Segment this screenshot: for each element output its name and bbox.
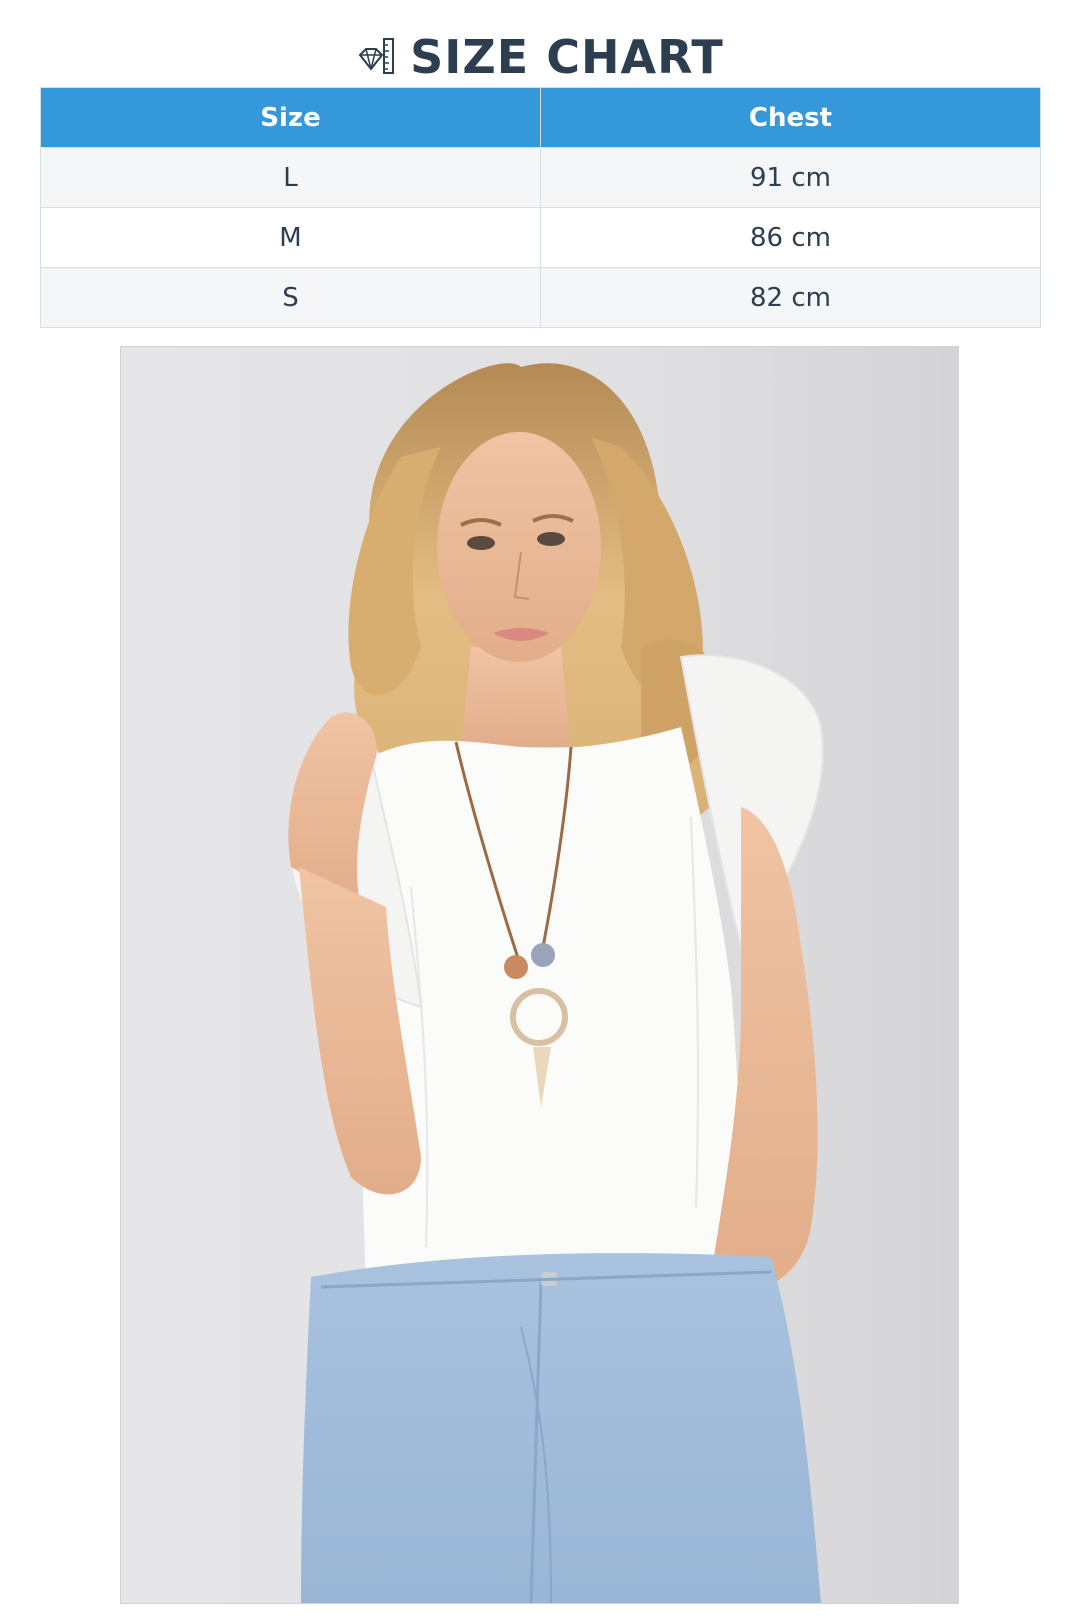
table-row: M 86 cm [40, 207, 1041, 268]
table-header-row: Size Chest [40, 87, 1041, 148]
ruler-diamond-icon [356, 35, 396, 79]
chest-cell: 86 cm [540, 207, 1041, 268]
column-header-chest: Chest [540, 87, 1041, 148]
column-header-size: Size [40, 87, 541, 148]
size-chart-table: Size Chest L 91 cm M 86 cm S 82 cm [40, 87, 1041, 328]
product-photo [120, 346, 959, 1604]
size-cell: M [40, 207, 541, 268]
table-row: S 82 cm [40, 267, 1041, 328]
size-chart-title-row: SIZE CHART [0, 22, 1080, 92]
size-cell: S [40, 267, 541, 328]
table-row: L 91 cm [40, 147, 1041, 208]
chest-cell: 91 cm [540, 147, 1041, 208]
chest-cell: 82 cm [540, 267, 1041, 328]
page-title: SIZE CHART [410, 30, 724, 84]
size-cell: L [40, 147, 541, 208]
product-photo-illustration [121, 347, 958, 1603]
